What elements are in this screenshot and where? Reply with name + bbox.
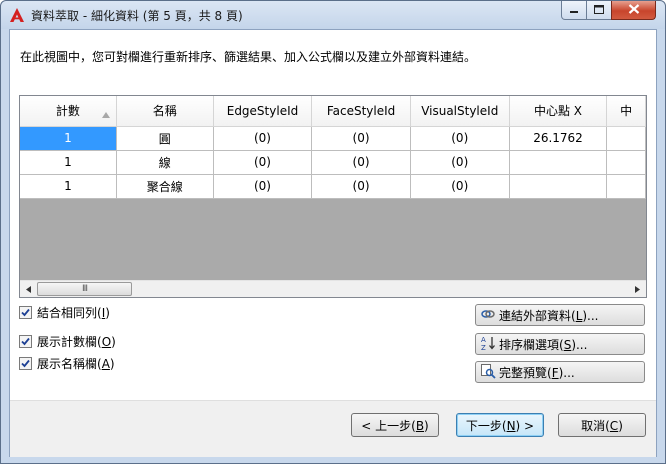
table-cell[interactable]: (0) xyxy=(311,150,411,175)
table-cell[interactable] xyxy=(509,150,608,175)
scroll-right-icon xyxy=(635,282,640,296)
column-header-center-x[interactable]: 中心點 X xyxy=(509,96,608,127)
link-external-data-button[interactable]: 連結外部資料(L)... xyxy=(475,304,645,326)
table-cell[interactable]: (0) xyxy=(311,126,411,151)
preview-icon xyxy=(480,363,499,382)
show-count-label: 展示計數欄(O) xyxy=(37,335,116,349)
table-cell[interactable]: 26.1762 xyxy=(509,126,608,151)
table-cell[interactable]: 1 xyxy=(20,150,117,175)
show-name-label: 展示名稱欄(A) xyxy=(37,357,115,371)
horizontal-scrollbar[interactable]: III xyxy=(20,280,646,297)
combine-rows-checkbox[interactable] xyxy=(19,306,32,319)
table-cell[interactable]: 線 xyxy=(116,150,214,175)
scroll-left-icon xyxy=(26,282,31,296)
full-preview-button[interactable]: 完整預覽(F)... xyxy=(475,361,645,383)
table-row[interactable]: 1 聚合線 (0) (0) (0) xyxy=(20,174,646,199)
show-count-checkbox[interactable] xyxy=(19,335,32,348)
next-button[interactable]: 下一步(N) > xyxy=(456,413,544,437)
link-external-data-label: 連結外部資料(L)... xyxy=(499,308,599,323)
cancel-button[interactable]: 取消(C) xyxy=(558,413,646,437)
column-header-facestyleid[interactable]: FaceStyleId xyxy=(311,96,411,127)
link-data-icon xyxy=(480,306,499,325)
combine-rows-option[interactable]: 結合相同列(I) xyxy=(19,304,110,321)
sort-columns-button[interactable]: AZ 排序欄選項(S)... xyxy=(475,333,645,355)
table-header-row: 計數 名稱 EdgeStyleId FaceStyleId VisualStyl… xyxy=(20,96,646,127)
window-title: 資料萃取 - 細化資料 (第 5 頁，共 8 頁) xyxy=(31,9,243,23)
autocad-a-icon xyxy=(9,7,25,23)
back-button-label: < 上一步(B) xyxy=(361,418,429,433)
minimize-icon xyxy=(569,3,579,17)
close-icon xyxy=(628,3,640,17)
scroll-thumb-grip: III xyxy=(82,284,88,294)
page-description: 在此視圖中，您可對欄進行重新排序、篩選結果、加入公式欄以及建立外部資料連結。 xyxy=(20,50,477,64)
show-name-checkbox[interactable] xyxy=(19,357,32,370)
column-header-count[interactable]: 計數 xyxy=(20,96,117,127)
close-button[interactable] xyxy=(611,1,656,20)
maximize-button[interactable] xyxy=(586,1,612,20)
dialog-client-area: 在此視圖中，您可對欄進行重新排序、篩選結果、加入公式欄以及建立外部資料連結。 計… xyxy=(9,29,657,457)
svg-text:A: A xyxy=(481,336,486,344)
sort-columns-label: 排序欄選項(S)... xyxy=(499,337,588,352)
cancel-button-label: 取消(C) xyxy=(581,418,623,433)
table-cell[interactable]: (0) xyxy=(410,150,510,175)
table-cell[interactable] xyxy=(509,174,608,199)
data-grid[interactable]: 計數 名稱 EdgeStyleId FaceStyleId VisualStyl… xyxy=(19,95,647,298)
table-row[interactable]: 1 圓 (0) (0) (0) 26.1762 xyxy=(20,126,646,151)
maximize-icon xyxy=(594,3,604,17)
table-cell[interactable]: (0) xyxy=(213,174,313,199)
table-cell[interactable]: (0) xyxy=(410,126,510,151)
minimize-button[interactable] xyxy=(561,1,587,20)
back-button[interactable]: < 上一步(B) xyxy=(351,413,439,437)
table-cell[interactable]: 1 xyxy=(20,126,117,151)
scroll-left-button[interactable] xyxy=(20,281,37,297)
table-cell[interactable]: (0) xyxy=(213,150,313,175)
table-cell[interactable]: (0) xyxy=(213,126,313,151)
column-header-visualstyleid[interactable]: VisualStyleId xyxy=(410,96,510,127)
column-header-edgestyleid[interactable]: EdgeStyleId xyxy=(213,96,313,127)
combine-rows-label: 結合相同列(I) xyxy=(37,306,110,320)
checkmark-icon xyxy=(21,308,30,317)
table-cell[interactable] xyxy=(606,174,646,199)
svg-text:Z: Z xyxy=(481,344,486,351)
full-preview-label: 完整預覽(F)... xyxy=(499,365,575,380)
scroll-thumb[interactable]: III xyxy=(37,282,132,296)
data-table: 計數 名稱 EdgeStyleId FaceStyleId VisualStyl… xyxy=(20,96,646,199)
table-cell[interactable]: 聚合線 xyxy=(116,174,214,199)
scroll-right-button[interactable] xyxy=(629,281,646,297)
table-cell[interactable]: 1 xyxy=(20,174,117,199)
table-cell[interactable]: (0) xyxy=(410,174,510,199)
show-name-option[interactable]: 展示名稱欄(A) xyxy=(19,355,115,372)
sort-az-icon: AZ xyxy=(480,335,499,354)
sort-ascending-icon xyxy=(101,107,110,118)
checkmark-icon xyxy=(21,359,30,368)
table-cell[interactable]: (0) xyxy=(311,174,411,199)
table-cell[interactable] xyxy=(606,150,646,175)
table-cell[interactable]: 圓 xyxy=(116,126,214,151)
title-bar[interactable]: 資料萃取 - 細化資料 (第 5 頁，共 8 頁) xyxy=(1,1,665,29)
table-row[interactable]: 1 線 (0) (0) (0) xyxy=(20,150,646,175)
checkmark-icon xyxy=(21,337,30,346)
column-header-name[interactable]: 名稱 xyxy=(116,96,214,127)
column-header-partial[interactable]: 中 xyxy=(606,96,646,127)
dialog-window: 資料萃取 - 細化資料 (第 5 頁，共 8 頁) 在此視圖中，您可對欄進行重新… xyxy=(0,0,666,464)
next-button-label: 下一步(N) > xyxy=(465,418,535,433)
table-cell[interactable] xyxy=(606,126,646,151)
show-count-option[interactable]: 展示計數欄(O) xyxy=(19,333,116,350)
